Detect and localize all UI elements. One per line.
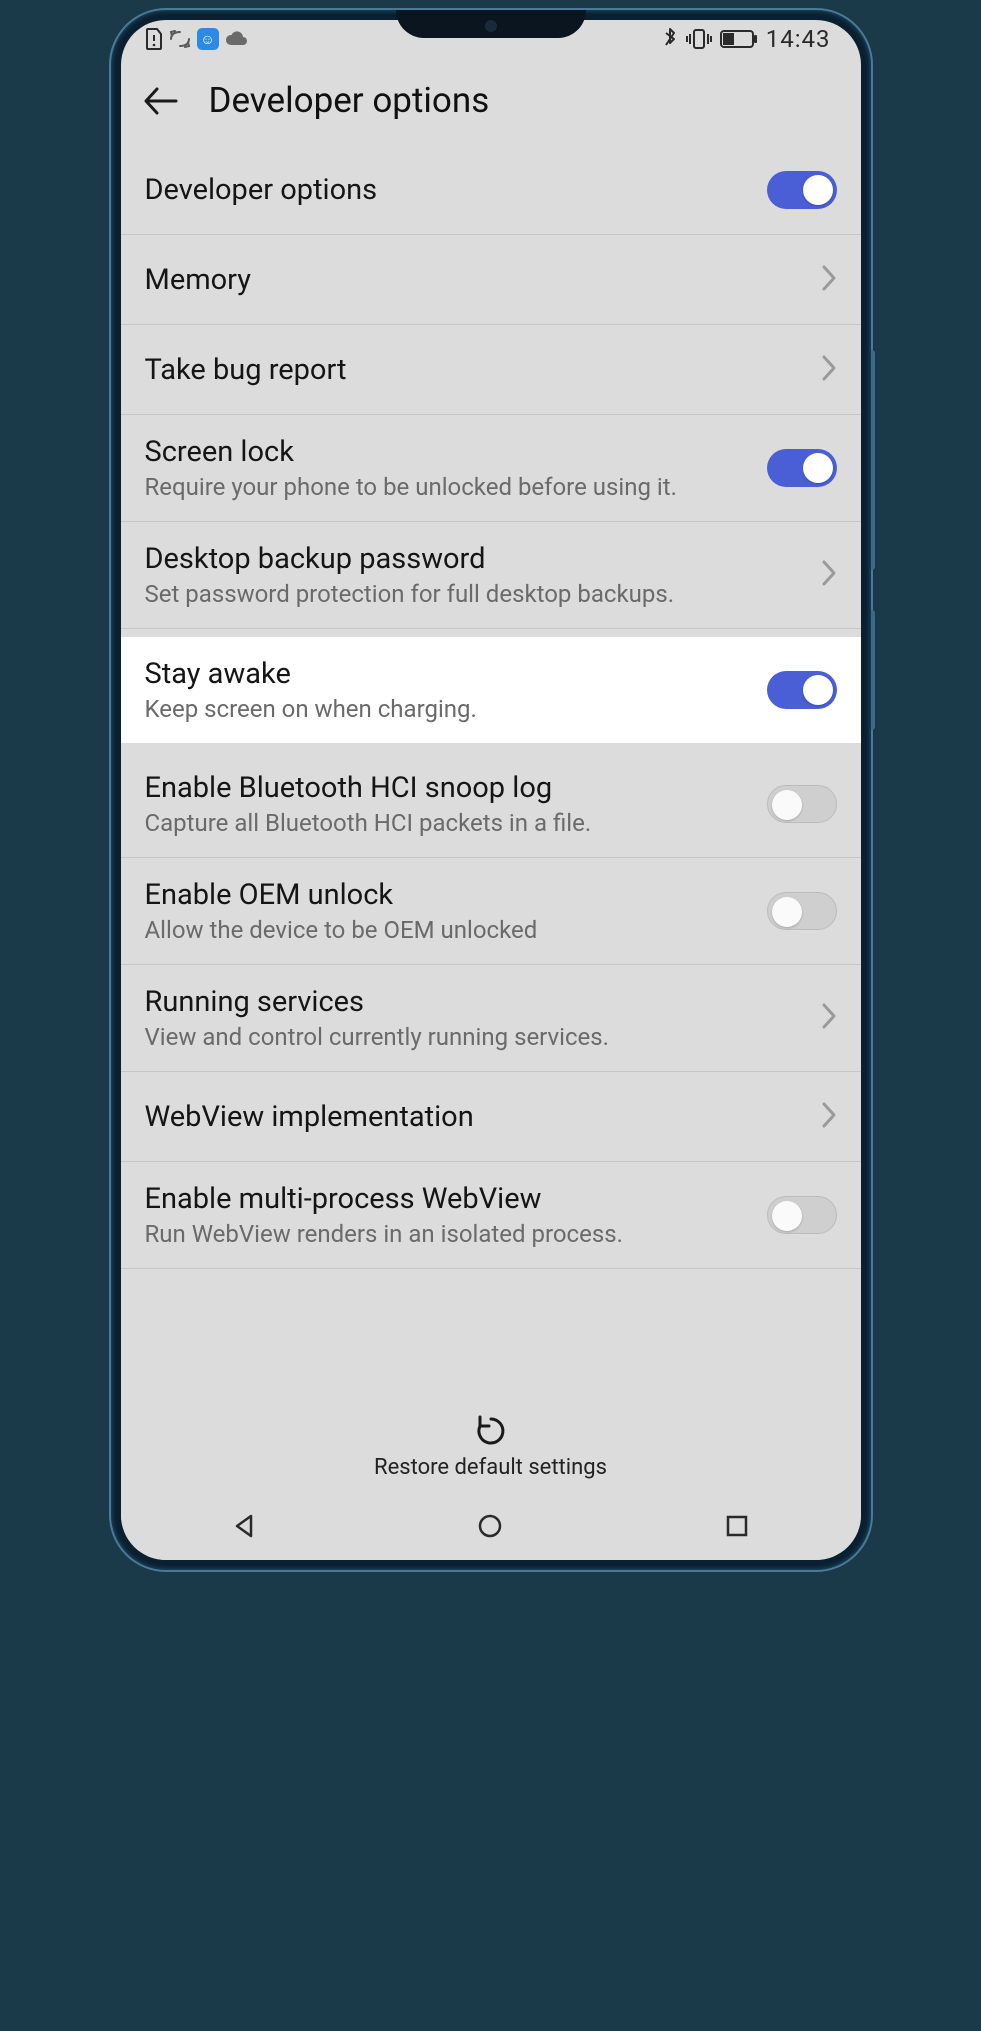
restore-label: Restore default settings — [374, 1455, 607, 1480]
back-button[interactable] — [141, 81, 181, 121]
row-title: Screen lock — [145, 435, 755, 469]
row-multi-process-webview[interactable]: Enable multi-process WebView Run WebView… — [121, 1162, 861, 1269]
sync-icon — [169, 29, 191, 49]
bluetooth-icon — [662, 27, 678, 51]
row-webview-implementation[interactable]: WebView implementation — [121, 1072, 861, 1162]
status-clock: 14:43 — [766, 25, 831, 53]
toggle-developer-options[interactable] — [767, 171, 837, 209]
vibrate-icon — [686, 28, 712, 50]
row-subtitle: Run WebView renders in an isolated proce… — [145, 1220, 755, 1248]
toggle-multi-process-webview[interactable] — [767, 1196, 837, 1234]
toggle-screen-lock[interactable] — [767, 449, 837, 487]
chevron-right-icon — [821, 264, 837, 296]
row-title: WebView implementation — [145, 1100, 809, 1134]
toggle-stay-awake[interactable] — [767, 671, 837, 709]
sim-alert-icon — [145, 28, 163, 50]
row-stay-awake[interactable]: Stay awake Keep screen on when charging. — [121, 637, 861, 743]
row-title: Enable Bluetooth HCI snoop log — [145, 771, 755, 805]
row-oem-unlock[interactable]: Enable OEM unlock Allow the device to be… — [121, 858, 861, 965]
restore-icon — [473, 1413, 509, 1449]
volume-button[interactable] — [871, 350, 875, 570]
row-title: Developer options — [145, 173, 755, 207]
phone-frame: ☺ 14:43 De — [111, 10, 871, 1570]
row-running-services[interactable]: Running services View and control curren… — [121, 965, 861, 1072]
row-developer-options[interactable]: Developer options — [121, 145, 861, 235]
header: Developer options — [121, 58, 861, 145]
row-subtitle: Require your phone to be unlocked before… — [145, 473, 755, 501]
row-bug-report[interactable]: Take bug report — [121, 325, 861, 415]
status-bar: ☺ 14:43 — [121, 20, 861, 58]
row-title: Memory — [145, 263, 809, 297]
row-subtitle: Keep screen on when charging. — [145, 695, 755, 723]
toggle-bluetooth-snoop[interactable] — [767, 785, 837, 823]
row-title: Enable OEM unlock — [145, 878, 755, 912]
nav-back-button[interactable] — [229, 1511, 259, 1541]
row-bluetooth-snoop[interactable]: Enable Bluetooth HCI snoop log Capture a… — [121, 751, 861, 858]
row-subtitle: Set password protection for full desktop… — [145, 580, 809, 608]
chevron-right-icon — [821, 1002, 837, 1034]
row-screen-lock[interactable]: Screen lock Require your phone to be unl… — [121, 415, 861, 522]
navigation-bar — [121, 1498, 861, 1560]
row-memory[interactable]: Memory — [121, 235, 861, 325]
chevron-right-icon — [821, 559, 837, 591]
cloud-icon — [225, 31, 247, 47]
row-subtitle: Allow the device to be OEM unlocked — [145, 916, 755, 944]
row-desktop-backup-password[interactable]: Desktop backup password Set password pro… — [121, 522, 861, 629]
nav-recents-button[interactable] — [722, 1511, 752, 1541]
screen: ☺ 14:43 De — [121, 20, 861, 1560]
row-title: Take bug report — [145, 353, 809, 387]
row-title: Desktop backup password — [145, 542, 809, 576]
row-subtitle: Capture all Bluetooth HCI packets in a f… — [145, 809, 755, 837]
settings-list: Developer options Memory Take bug report… — [121, 145, 861, 1399]
row-title: Enable multi-process WebView — [145, 1182, 755, 1216]
row-subtitle: View and control currently running servi… — [145, 1023, 809, 1051]
app-notification-icon: ☺ — [197, 28, 219, 50]
row-title: Running services — [145, 985, 809, 1019]
chevron-right-icon — [821, 354, 837, 386]
battery-icon — [720, 30, 758, 48]
nav-home-button[interactable] — [475, 1511, 505, 1541]
chevron-right-icon — [821, 1101, 837, 1133]
power-button[interactable] — [871, 610, 875, 730]
toggle-oem-unlock[interactable] — [767, 892, 837, 930]
page-title: Developer options — [209, 80, 490, 121]
restore-defaults-button[interactable]: Restore default settings — [121, 1399, 861, 1498]
row-title: Stay awake — [145, 657, 755, 691]
